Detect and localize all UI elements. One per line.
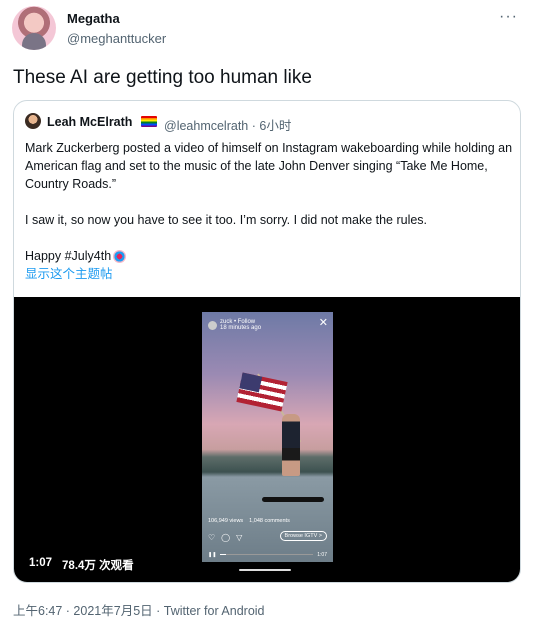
story-avatar: [208, 320, 217, 330]
quoted-author-handle[interactable]: @leahmcelrath · 6小时: [164, 115, 291, 134]
hashtag-line: Happy #July4th: [25, 247, 513, 265]
story-progress: ❚❚ 1:07: [208, 551, 327, 558]
rainbow-flag-icon: [141, 116, 157, 127]
story-time: 1:07: [317, 551, 327, 558]
video-stats: 1:07 78.4万 次观看: [29, 557, 134, 573]
instagram-story-frame: zuck • Follow 18 minutes ago ✕ 106,949 v…: [202, 312, 333, 562]
pause-icon: ❚❚: [208, 551, 217, 558]
person-figure: [282, 414, 300, 476]
comment-icon: ◯: [221, 533, 231, 542]
wakeboard: [262, 497, 324, 502]
quoted-author-name[interactable]: Leah McElrath: [47, 115, 132, 129]
show-thread-link[interactable]: 显示这个主题帖: [25, 265, 513, 283]
story-header: zuck • Follow 18 minutes ago: [208, 319, 261, 331]
story-subheader-text: 18 minutes ago: [220, 325, 262, 331]
author-name[interactable]: Megatha: [67, 11, 120, 26]
video-duration: 1:07: [29, 557, 53, 569]
american-flag-icon: [236, 372, 288, 412]
video-views: 78.4万 次观看: [62, 560, 134, 572]
quoted-tweet-body: Mark Zuckerberg posted a video of himsel…: [25, 139, 513, 283]
author-avatar[interactable]: [12, 6, 56, 50]
more-icon[interactable]: ···: [499, 8, 518, 26]
story-action-icons: ♡ ◯ ▽: [208, 533, 242, 542]
video-player[interactable]: zuck • Follow 18 minutes ago ✕ 106,949 v…: [14, 297, 520, 582]
quoted-author-avatar[interactable]: [25, 113, 41, 129]
quoted-paragraph-2: I saw it, so now you have to see it too.…: [25, 213, 428, 227]
hashtag-emoji-icon: [113, 249, 127, 263]
quoted-paragraph-1: Mark Zuckerberg posted a video of himsel…: [25, 141, 513, 191]
hashtag-text[interactable]: Happy #July4th: [25, 247, 111, 265]
tweet-text: These AI are getting too human like: [13, 67, 312, 88]
story-comments: 1,048 comments: [249, 518, 290, 524]
video-progress-bar[interactable]: [239, 569, 291, 571]
story-close-icon: ✕: [318, 317, 328, 329]
author-handle[interactable]: @meghanttucker: [67, 31, 166, 46]
story-stats: 106,949 views 1,048 comments: [208, 518, 290, 524]
story-progress-track: [220, 554, 314, 555]
send-icon: ▽: [236, 533, 243, 542]
heart-icon: ♡: [208, 533, 216, 542]
story-progress-fill: [220, 554, 226, 555]
quoted-tweet[interactable]: Leah McElrath @leahmcelrath · 6小时 Mark Z…: [13, 100, 521, 583]
story-views: 106,949 views: [208, 518, 244, 524]
tweet-timestamp[interactable]: 上午6:47 · 2021年7月5日 · Twitter for Android: [13, 600, 265, 619]
browse-igtv-button: Browse IGTV >: [279, 531, 327, 541]
